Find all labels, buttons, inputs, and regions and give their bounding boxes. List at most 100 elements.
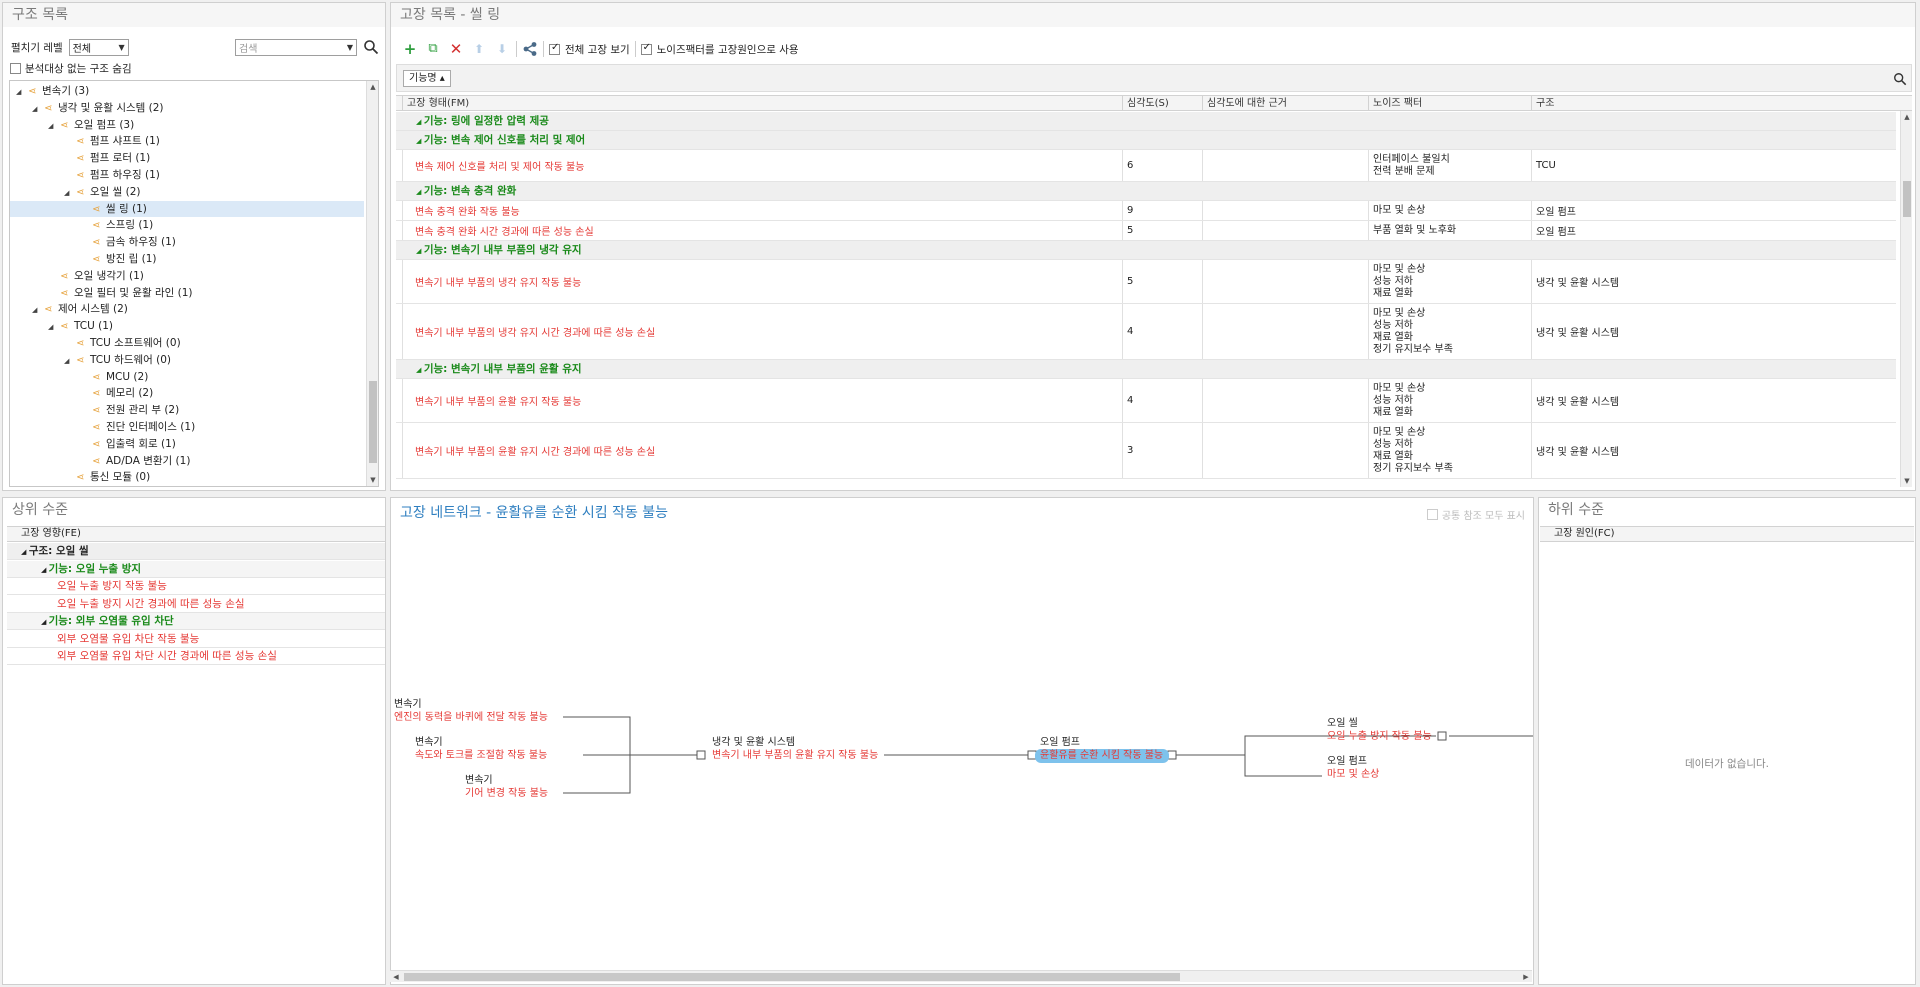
structure-cell[interactable]: 냉각 및 윤활 시스템 (1531, 379, 1897, 422)
tree-node[interactable]: ⋖ MCU (2) (10, 369, 364, 385)
grid-column-header[interactable]: 심각도(S) (1122, 96, 1202, 111)
expand-triangle-icon[interactable]: ◢ (64, 353, 76, 369)
severity-reason-cell[interactable] (1202, 423, 1368, 478)
tree-node[interactable]: ⋖ 통신 모듈 (0) (10, 469, 364, 485)
add-icon[interactable]: + (401, 40, 419, 58)
tree-node[interactable]: ◢ ⋖ 냉각 및 윤활 시스템 (2) (10, 100, 364, 116)
tree-node[interactable]: ⋖ TCU 소프트웨어 (0) (10, 335, 364, 351)
grid-data-row[interactable]: 변속기 내부 부품의 냉각 유지 시간 경과에 따른 성능 손실 4 마모 및 손상… (396, 304, 1896, 360)
search-icon[interactable] (363, 39, 379, 55)
tree-node[interactable]: ⋖ 방진 립 (1) (10, 251, 364, 267)
severity-cell[interactable]: 4 (1122, 379, 1202, 422)
search-icon[interactable] (1893, 72, 1907, 86)
structure-cell[interactable]: 오일 펌프 (1531, 221, 1897, 240)
tree-node[interactable]: ⋖ 전원 관리 부 (2) (10, 402, 364, 418)
expand-triangle-icon[interactable]: ◢ (48, 319, 60, 335)
show-common-refs-checkbox[interactable] (1426, 509, 1438, 520)
grid-column-header[interactable]: 고장 형태(FM) (402, 96, 1122, 111)
expand-triangle-icon[interactable]: ◢ (32, 101, 44, 117)
network-node[interactable]: 냉각 및 윤활 시스템 변속기 내부 부품의 윤활 유지 작동 불능 (712, 736, 878, 762)
tree-node[interactable]: ⋖ 메모리 (2) (10, 385, 364, 401)
tree-node[interactable]: ◢ ⋖ 제어 시스템 (2) (10, 301, 364, 317)
grid-data-row[interactable]: 변속기 내부 부품의 윤활 유지 시간 경과에 따른 성능 손실 3 마모 및 손상… (396, 423, 1896, 479)
expand-triangle-icon[interactable]: ◢ (48, 118, 60, 134)
noise-cell[interactable]: 마모 및 손상 성능 저하 재료 열화 정기 유지보수 부족 (1368, 423, 1531, 478)
noise-cell[interactable]: 마모 및 손상 성능 저하 재료 열화 정기 유지보수 부족 (1368, 304, 1531, 359)
noise-cell[interactable]: 마모 및 손상 (1368, 201, 1531, 220)
tree-scroll-thumb[interactable] (369, 381, 377, 463)
fm-cell[interactable]: 변속기 내부 부품의 윤활 유지 시간 경과에 따른 성능 손실 (402, 423, 1122, 478)
severity-cell[interactable]: 3 (1122, 423, 1202, 478)
severity-cell[interactable]: 5 (1122, 260, 1202, 303)
delete-icon[interactable]: ✕ (447, 40, 465, 58)
expand-triangle-icon[interactable]: ◢ (416, 118, 424, 126)
tree-node[interactable]: ⋖ AD/DA 변환기 (1) (10, 453, 364, 469)
grid-data-row[interactable]: 변속기 내부 부품의 윤활 유지 작동 불능 4 마모 및 손상 성능 저하 재료 열화… (396, 379, 1896, 423)
grid-group-row[interactable]: ◢ 기능: 변속 제어 신호를 처리 및 제어 (396, 131, 1896, 150)
grid-group-row[interactable]: ◢ 기능: 링에 일정한 압력 제공 (396, 112, 1896, 131)
severity-cell[interactable]: 4 (1122, 304, 1202, 359)
scroll-up-icon[interactable]: ▲ (1901, 111, 1912, 123)
tree-node[interactable]: ⋖ 스프링 (1) (10, 217, 364, 233)
grid-data-row[interactable]: 변속 충격 완화 작동 불능 9 마모 및 손상 오일 펌프 (396, 201, 1896, 221)
structure-cell[interactable]: 냉각 및 윤활 시스템 (1531, 260, 1897, 303)
severity-cell[interactable]: 5 (1122, 221, 1202, 240)
severity-cell[interactable]: 9 (1122, 201, 1202, 220)
expand-triangle-icon[interactable]: ◢ (21, 548, 29, 556)
fe-func-row[interactable]: ◢ 기능: 오일 누출 방지 (7, 560, 385, 578)
network-node[interactable]: 변속기 속도와 토크를 조절함 작동 불능 (415, 736, 547, 762)
structure-cell[interactable]: 냉각 및 윤활 시스템 (1531, 304, 1897, 359)
severity-cell[interactable]: 6 (1122, 150, 1202, 181)
network-node[interactable]: 변속기 엔진의 동력을 바퀴에 전달 작동 불능 (394, 698, 548, 724)
grid-group-row[interactable]: ◢ 기능: 변속기 내부 부품의 윤활 유지 (396, 360, 1896, 379)
expand-triangle-icon[interactable]: ◢ (32, 302, 44, 318)
fm-cell[interactable]: 변속기 내부 부품의 윤활 유지 작동 불능 (402, 379, 1122, 422)
expand-triangle-icon[interactable]: ◢ (416, 137, 424, 145)
structure-cell[interactable]: 오일 펌프 (1531, 201, 1897, 220)
hide-empty-structure-checkbox[interactable] (10, 63, 21, 74)
show-all-failures-checkbox[interactable] (549, 42, 560, 55)
noise-cell[interactable]: 부품 열화 및 노후화 (1368, 221, 1531, 240)
noise-as-cause-checkbox[interactable] (640, 42, 652, 55)
tree-node[interactable]: ◢ ⋖ 오일 펌프 (3) (10, 117, 364, 133)
grid-column-header[interactable]: 노이즈 팩터 (1368, 96, 1531, 111)
expand-triangle-icon[interactable]: ◢ (64, 185, 76, 201)
scroll-right-icon[interactable]: ▶ (1520, 971, 1532, 983)
move-up-icon[interactable]: ⬆ (470, 40, 488, 58)
network-node[interactable]: 오일 펌프 마모 및 손상 (1327, 755, 1379, 781)
scroll-left-icon[interactable]: ◀ (390, 971, 402, 983)
scroll-down-icon[interactable]: ▼ (367, 474, 378, 486)
network-node[interactable]: 변속기 기어 변경 작동 불능 (465, 774, 548, 800)
structure-cell[interactable]: TCU (1531, 150, 1897, 181)
fe-func-row[interactable]: ◢ 기능: 외부 오염물 유입 차단 (7, 613, 385, 630)
fe-fe-row[interactable]: 외부 오염물 유입 차단 작동 불능 (7, 631, 385, 648)
tree-node[interactable]: ⋖ 오일 필터 및 윤활 라인 (1) (10, 285, 364, 301)
scroll-down-icon[interactable]: ▼ (1901, 475, 1912, 487)
network-node[interactable]: 오일 씰 오일 누출 방지 작동 불능 (1327, 717, 1432, 743)
grid-column-header[interactable]: 심각도에 대한 근거 (1202, 96, 1368, 111)
fe-fe-row[interactable]: 오일 누출 방지 작동 불능 (7, 578, 385, 595)
grid-data-row[interactable]: 변속 충격 완화 시간 경과에 따른 성능 손실 5 부품 열화 및 노후화 오일 펌… (396, 221, 1896, 241)
fe-fe-row[interactable]: 오일 누출 방지 시간 경과에 따른 성능 손실 (7, 596, 385, 613)
scroll-up-icon[interactable]: ▲ (367, 81, 378, 93)
severity-reason-cell[interactable] (1202, 150, 1368, 181)
noise-cell[interactable]: 마모 및 손상 성능 저하 재료 열화 (1368, 260, 1531, 303)
grid-group-row[interactable]: ◢ 기능: 변속기 내부 부품의 냉각 유지 (396, 241, 1896, 260)
tree-node[interactable]: ⋖ 입출력 회로 (1) (10, 436, 364, 452)
fe-struct-row[interactable]: ◢ 구조: 오일 씰 (7, 543, 385, 560)
tree-node[interactable]: ⋖ 펌프 하우징 (1) (10, 167, 364, 183)
search-input[interactable]: 검색 ▼ (235, 38, 357, 56)
severity-reason-cell[interactable] (1202, 221, 1368, 240)
severity-reason-cell[interactable] (1202, 304, 1368, 359)
noise-cell[interactable]: 마모 및 손상 성능 저하 재료 열화 (1368, 379, 1531, 422)
move-down-icon[interactable]: ⬇ (493, 40, 511, 58)
expand-triangle-icon[interactable]: ◢ (416, 188, 424, 196)
network-scroll-thumb[interactable] (404, 973, 1180, 981)
grid-scrollbar[interactable]: ▲ ▼ (1900, 111, 1912, 487)
tree-node[interactable]: ◢ ⋖ TCU 하드웨어 (0) (10, 352, 364, 368)
tree-node[interactable]: ⋖ 오일 냉각기 (1) (10, 268, 364, 284)
severity-reason-cell[interactable] (1202, 379, 1368, 422)
expand-triangle-icon[interactable]: ◢ (41, 566, 49, 574)
group-by-chip[interactable]: 기능명 ▴ (403, 70, 451, 87)
grid-group-row[interactable]: ◢ 기능: 변속 충격 완화 (396, 182, 1896, 201)
